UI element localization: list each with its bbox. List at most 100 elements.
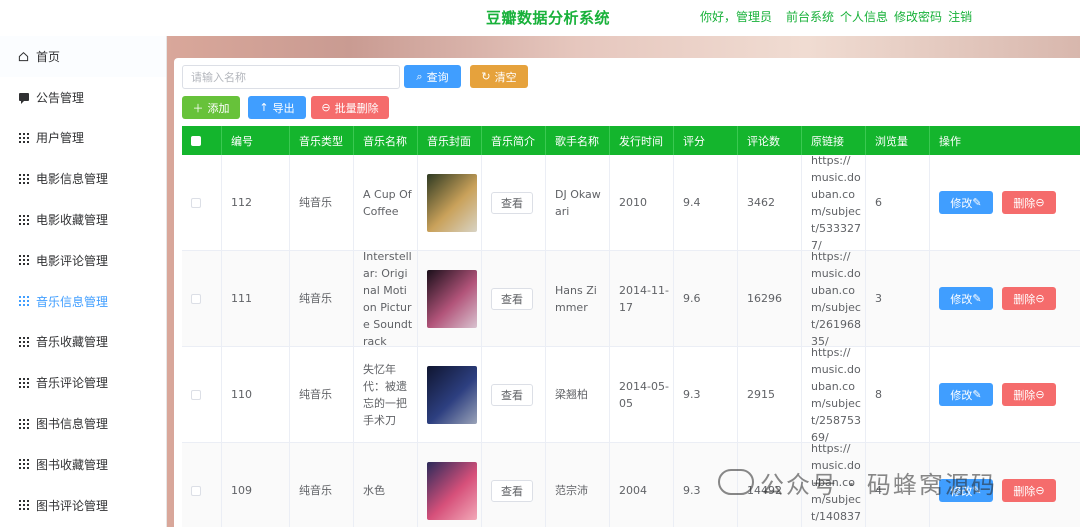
album-cover-image [427,173,477,232]
row-select-cell[interactable] [182,251,222,346]
column-header: 音乐简介 [482,126,546,155]
grid-icon [18,500,29,511]
row-checkbox[interactable] [191,197,201,208]
message-icon [18,92,29,105]
cell-singer: Hans Zimmer [546,251,610,346]
search-input[interactable] [182,65,400,89]
row-checkbox[interactable] [191,293,201,304]
batch-delete-button[interactable]: ⊖ 批量删除 [311,96,389,119]
sidebar-item-label: 首页 [36,49,61,64]
edit-button[interactable]: 修改 ✎ [939,191,993,214]
sidebar-item-label: 音乐信息管理 [36,294,109,309]
sidebar-item-label: 电影评论管理 [36,253,109,268]
table-row: 110 纯音乐 失忆年代：被遗忘的一把手术刀 查看 梁翘柏 2014-05-05 9.3 29… [182,347,1080,443]
row-checkbox[interactable] [191,485,201,496]
view-intro-button[interactable]: 查看 [491,191,533,214]
row-select-cell[interactable] [182,443,222,527]
column-header: 评论数 [738,126,802,155]
query-button[interactable]: ⌕ 查询 [404,65,461,88]
row-checkbox[interactable] [191,389,201,400]
sidebar-item[interactable]: 图书信息管理 [0,403,166,444]
cell-comments: 3462 [738,155,802,250]
export-button[interactable]: ↑ 导出 [248,96,306,119]
sidebar-item[interactable]: 首页 [0,36,166,77]
sidebar-item[interactable]: 电影信息管理 [0,158,166,199]
row-select-cell[interactable] [182,155,222,250]
delete-button[interactable]: 删除 ⊖ [1002,383,1056,406]
column-header: 歌手名称 [546,126,610,155]
select-all-checkbox[interactable] [191,135,201,146]
sidebar-item[interactable]: 图书评论管理 [0,485,166,526]
edit-button[interactable]: 修改 ✎ [939,287,993,310]
view-intro-button[interactable]: 查看 [491,383,533,406]
column-header: 原链接 [802,126,866,155]
minus-circle-icon: ⊖ [321,101,331,114]
view-intro-button[interactable]: 查看 [491,479,533,502]
delete-button[interactable]: 删除 ⊖ [1002,479,1056,502]
sidebar-item[interactable]: 图书收藏管理 [0,444,166,485]
export-button-label: 导出 [272,101,295,115]
sidebar-item-label: 电影信息管理 [36,172,109,187]
delete-button[interactable]: 删除 ⊖ [1002,287,1056,310]
sidebar-item[interactable]: 公告管理 [0,77,166,118]
link-frontend[interactable]: 前台系统 [786,8,834,25]
sidebar-item-label: 用户管理 [36,131,85,146]
cell-type: 纯音乐 [290,443,354,527]
column-header: 评分 [674,126,738,155]
column-header: 发行时间 [610,126,674,155]
link-profile[interactable]: 个人信息 [840,8,888,25]
row-select-cell[interactable] [182,347,222,442]
minus-circle-icon: ⊖ [1035,196,1045,209]
column-header: 浏览量 [866,126,930,155]
cell-intro: 查看 [482,347,546,442]
sidebar-item[interactable]: 音乐收藏管理 [0,322,166,363]
cell-views: 3 [866,251,930,346]
sidebar-item[interactable]: 音乐评论管理 [0,362,166,403]
cell-date: 2014-11-17 [610,251,674,346]
sidebar-item[interactable]: 用户管理 [0,118,166,159]
cell-date: 2004 [610,443,674,527]
home-icon [18,51,29,62]
edit-button-label: 修改 [950,292,973,306]
cell-actions: 修改 ✎ 删除 ⊖ [930,155,1080,250]
add-button[interactable]: ＋ 添加 [182,96,240,119]
header-select-all[interactable] [182,126,222,155]
top-links: 你好，管理员 前台系统 个人信息 修改密码 注销 [700,8,972,25]
cell-actions: 修改 ✎ 删除 ⊖ [930,347,1080,442]
cell-url: https://music.douban.com/subject/2587536… [802,347,866,442]
watermark: 公众号 · 码蜂窝源码 [718,466,997,499]
grid-icon [18,418,29,429]
cell-type: 纯音乐 [290,347,354,442]
column-header: 音乐封面 [418,126,482,155]
watermark-text: 公众号 · 码蜂窝源码 [760,470,997,499]
delete-button[interactable]: 删除 ⊖ [1002,191,1056,214]
grid-icon [18,255,29,266]
cell-date: 2014-05-05 [610,347,674,442]
table-row: 111 纯音乐 Interstellar: Original Motion Pict… [182,251,1080,347]
edit-button-label: 修改 [950,388,973,402]
sidebar-item[interactable]: 电影收藏管理 [0,199,166,240]
view-intro-button[interactable]: 查看 [491,287,533,310]
edit-button[interactable]: 修改 ✎ [939,383,993,406]
sidebar-item[interactable]: 电影评论管理 [0,240,166,281]
cell-cover [418,347,482,442]
edit-icon: ✎ [972,196,982,209]
cell-type: 纯音乐 [290,251,354,346]
cell-score: 9.4 [674,155,738,250]
cell-type: 纯音乐 [290,155,354,250]
cell-singer: 范宗沛 [546,443,610,527]
column-header: 操作 [939,134,961,148]
link-change-password[interactable]: 修改密码 [894,8,942,25]
link-logout[interactable]: 注销 [948,8,972,25]
minus-circle-icon: ⊖ [1035,484,1045,497]
grid-icon [18,336,29,347]
cell-views: 6 [866,155,930,250]
grid-icon [18,459,29,470]
delete-button-label: 删除 [1013,388,1036,402]
query-button-label: 查询 [426,70,449,84]
sidebar-item[interactable]: 音乐信息管理 [0,281,166,322]
clear-button[interactable]: ↻ 清空 [470,65,528,88]
album-cover-image [427,269,477,328]
cell-name: 失忆年代：被遗忘的一把手术刀 [354,347,418,442]
add-button-label: 添加 [207,101,230,115]
